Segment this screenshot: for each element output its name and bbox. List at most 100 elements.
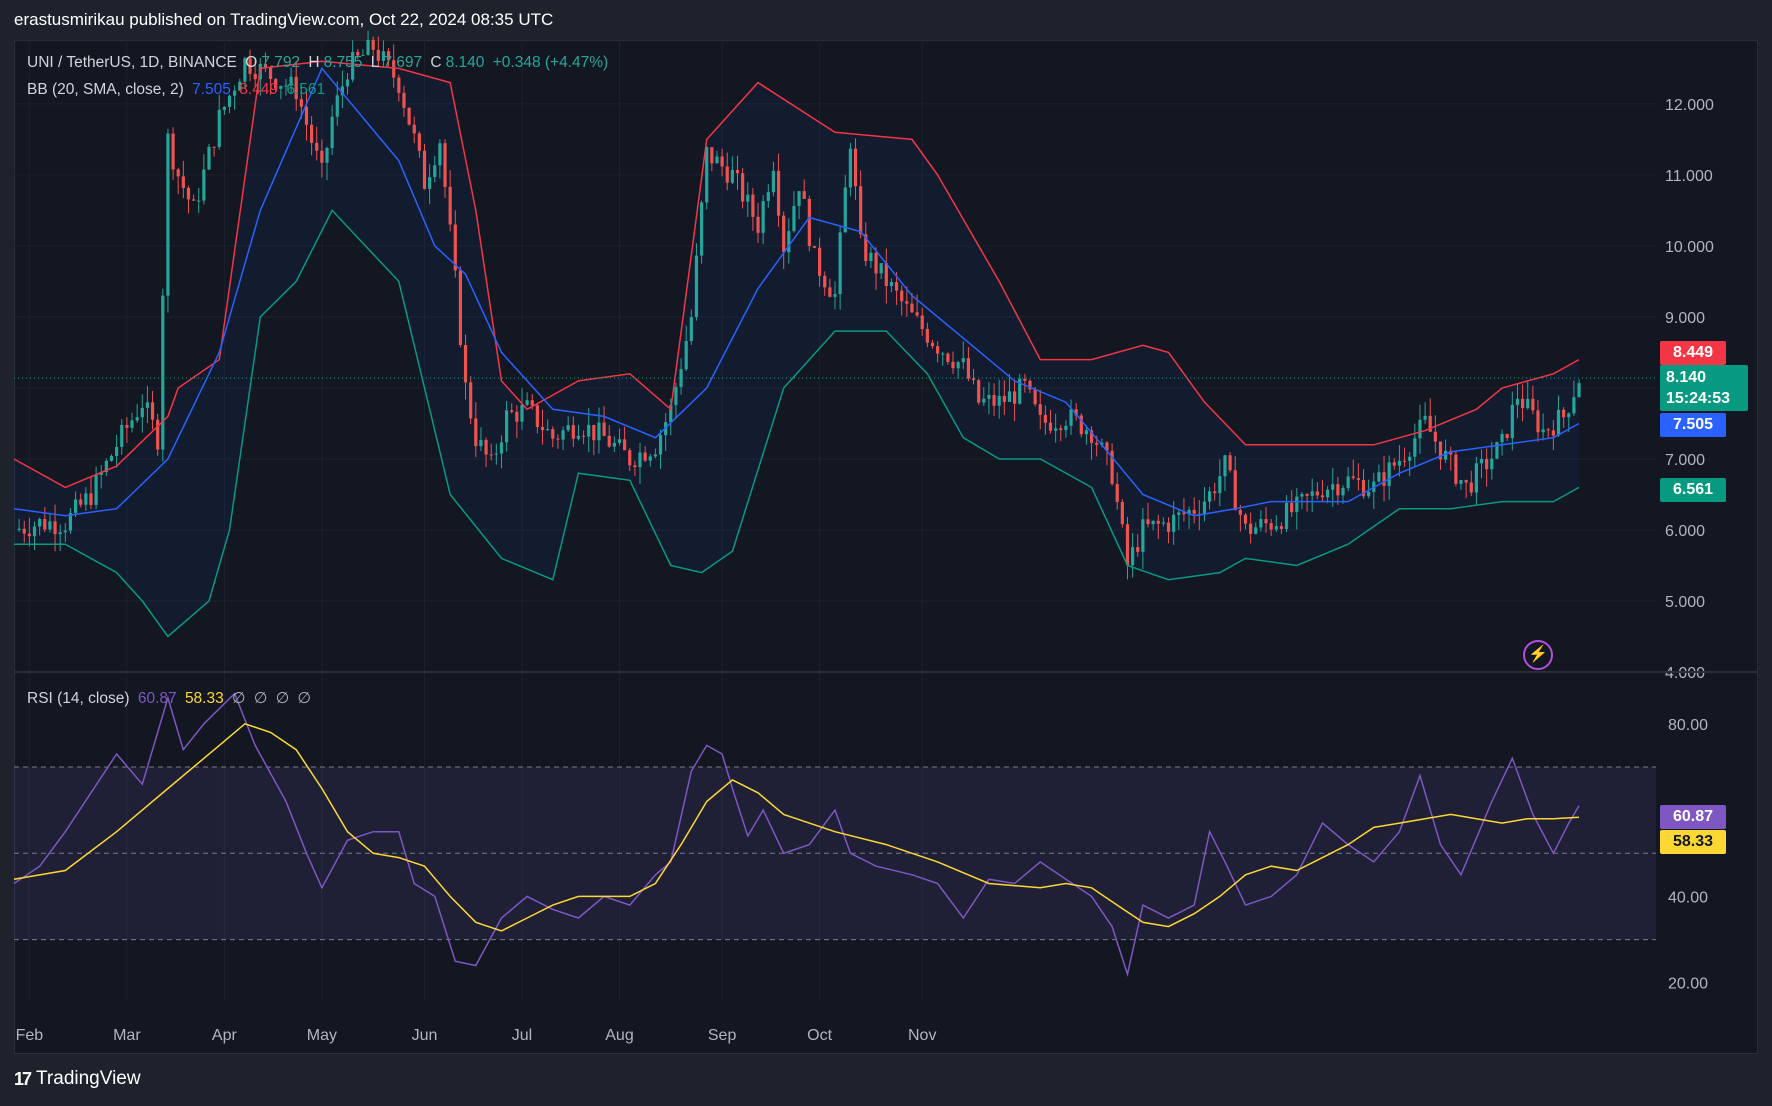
candle-body: [694, 255, 699, 318]
candle-body: [833, 294, 837, 297]
candle-body: [623, 439, 627, 451]
candle-body: [1233, 470, 1237, 511]
candle-body: [1264, 519, 1268, 524]
candle-body: [551, 429, 555, 439]
candle-body: [489, 454, 493, 456]
candle-body: [956, 362, 960, 369]
price-axis-tick: 9.000: [1665, 310, 1705, 327]
candle-body: [1069, 409, 1073, 426]
candle-body: [992, 394, 996, 406]
bb-upper-value: 8.449: [239, 81, 278, 98]
candle-body: [910, 303, 914, 313]
candle-body: [859, 186, 863, 235]
candle-body: [207, 146, 211, 170]
candle-body: [222, 106, 226, 110]
candle-body: [936, 346, 940, 354]
candle-body: [176, 169, 180, 177]
candle-body: [915, 312, 919, 316]
candle-body: [674, 387, 678, 405]
candle-body: [43, 518, 47, 530]
price-axis-tick: 11.000: [1665, 168, 1713, 185]
candle-body: [941, 353, 945, 355]
candle-body: [494, 453, 498, 455]
candle-body: [1218, 476, 1222, 494]
candle-body: [1367, 491, 1371, 497]
candle-body: [638, 452, 642, 468]
candle-body: [140, 407, 144, 418]
candle-body: [463, 344, 468, 383]
candle-body: [643, 452, 647, 461]
candle-body: [710, 147, 714, 164]
bb-lower-value: 6.561: [286, 81, 326, 98]
candle-body: [812, 246, 817, 248]
candle-body: [1454, 454, 1458, 484]
footer-logo[interactable]: 17 TradingView: [14, 1068, 141, 1090]
time-axis-tick: Aug: [605, 1027, 633, 1044]
candle-body: [166, 133, 170, 296]
rsi-extra-3: ∅: [275, 690, 290, 707]
candle-body: [1238, 510, 1242, 515]
candle-body: [1526, 398, 1530, 409]
candle-body: [1341, 487, 1345, 496]
candle-body: [782, 215, 786, 253]
candle-body: [894, 282, 899, 291]
candle-body: [1418, 419, 1422, 439]
candle-body: [1059, 428, 1063, 431]
candle-body: [1572, 397, 1576, 414]
candle-body: [474, 418, 478, 447]
change-value: +0.348 (+4.47%): [492, 54, 609, 71]
candle-body: [202, 169, 206, 201]
candle-body: [125, 424, 129, 428]
candle-body: [566, 425, 570, 431]
candle-body: [156, 419, 160, 450]
candle-body: [602, 422, 606, 436]
rsi-axis-tick: 40.00: [1668, 889, 1708, 906]
candle-body: [1207, 491, 1212, 502]
candle-body: [1279, 526, 1284, 529]
time-axis-tick: Jun: [412, 1027, 438, 1044]
candle-body: [135, 417, 139, 421]
candle-body: [417, 133, 421, 151]
candle-body: [27, 533, 31, 537]
price-axis-tick: 4.000: [1665, 665, 1705, 682]
candle-body: [17, 528, 21, 530]
candle-body: [1156, 520, 1160, 524]
candle-body: [412, 124, 416, 134]
candle-body: [1402, 460, 1407, 462]
candle-body: [1577, 383, 1581, 398]
candle-body: [987, 394, 991, 399]
candle-body: [1290, 502, 1294, 513]
bb-legend[interactable]: BB (20, SMA, close, 2) 7.505 8.449 6.561: [27, 81, 329, 99]
candle-body: [1413, 438, 1417, 457]
candle-body: [469, 382, 473, 419]
price-axis-tick: 7.000: [1665, 452, 1705, 469]
candle-body: [587, 424, 591, 437]
candle-body: [1023, 378, 1027, 381]
candle-body: [756, 216, 760, 233]
candle-body: [1223, 455, 1227, 477]
candle-body: [792, 205, 796, 232]
symbol-name[interactable]: UNI / TetherUS, 1D, BINANCE: [27, 54, 237, 71]
candle-body: [212, 146, 216, 148]
candle-body: [561, 430, 565, 440]
price-axis-tick: 12.000: [1665, 97, 1714, 114]
candle-body: [499, 442, 504, 454]
rsi-extra-1: ∅: [232, 690, 246, 707]
candle-body: [1048, 422, 1053, 431]
high-label: H: [308, 54, 320, 71]
candle-body: [58, 532, 62, 535]
candle-body: [73, 499, 78, 513]
price-chart-svg[interactable]: 12.00011.00010.0009.0008.0007.0006.0005.…: [0, 0, 1772, 1106]
candle-body: [79, 499, 83, 505]
candle-body: [325, 148, 329, 163]
candle-body: [597, 422, 601, 441]
candle-body: [653, 454, 658, 457]
candle-body: [299, 99, 303, 107]
time-axis-tick: Oct: [807, 1027, 832, 1044]
lightning-icon[interactable]: ⚡: [1523, 640, 1553, 670]
rsi-legend[interactable]: RSI (14, close) 60.87 58.33 ∅ ∅ ∅ ∅: [27, 689, 315, 708]
bb-upper-price-tag: 8.449: [1660, 341, 1726, 365]
candle-body: [997, 395, 1001, 406]
rsi-ma-value: 58.33: [184, 690, 224, 707]
candle-body: [1479, 458, 1484, 464]
